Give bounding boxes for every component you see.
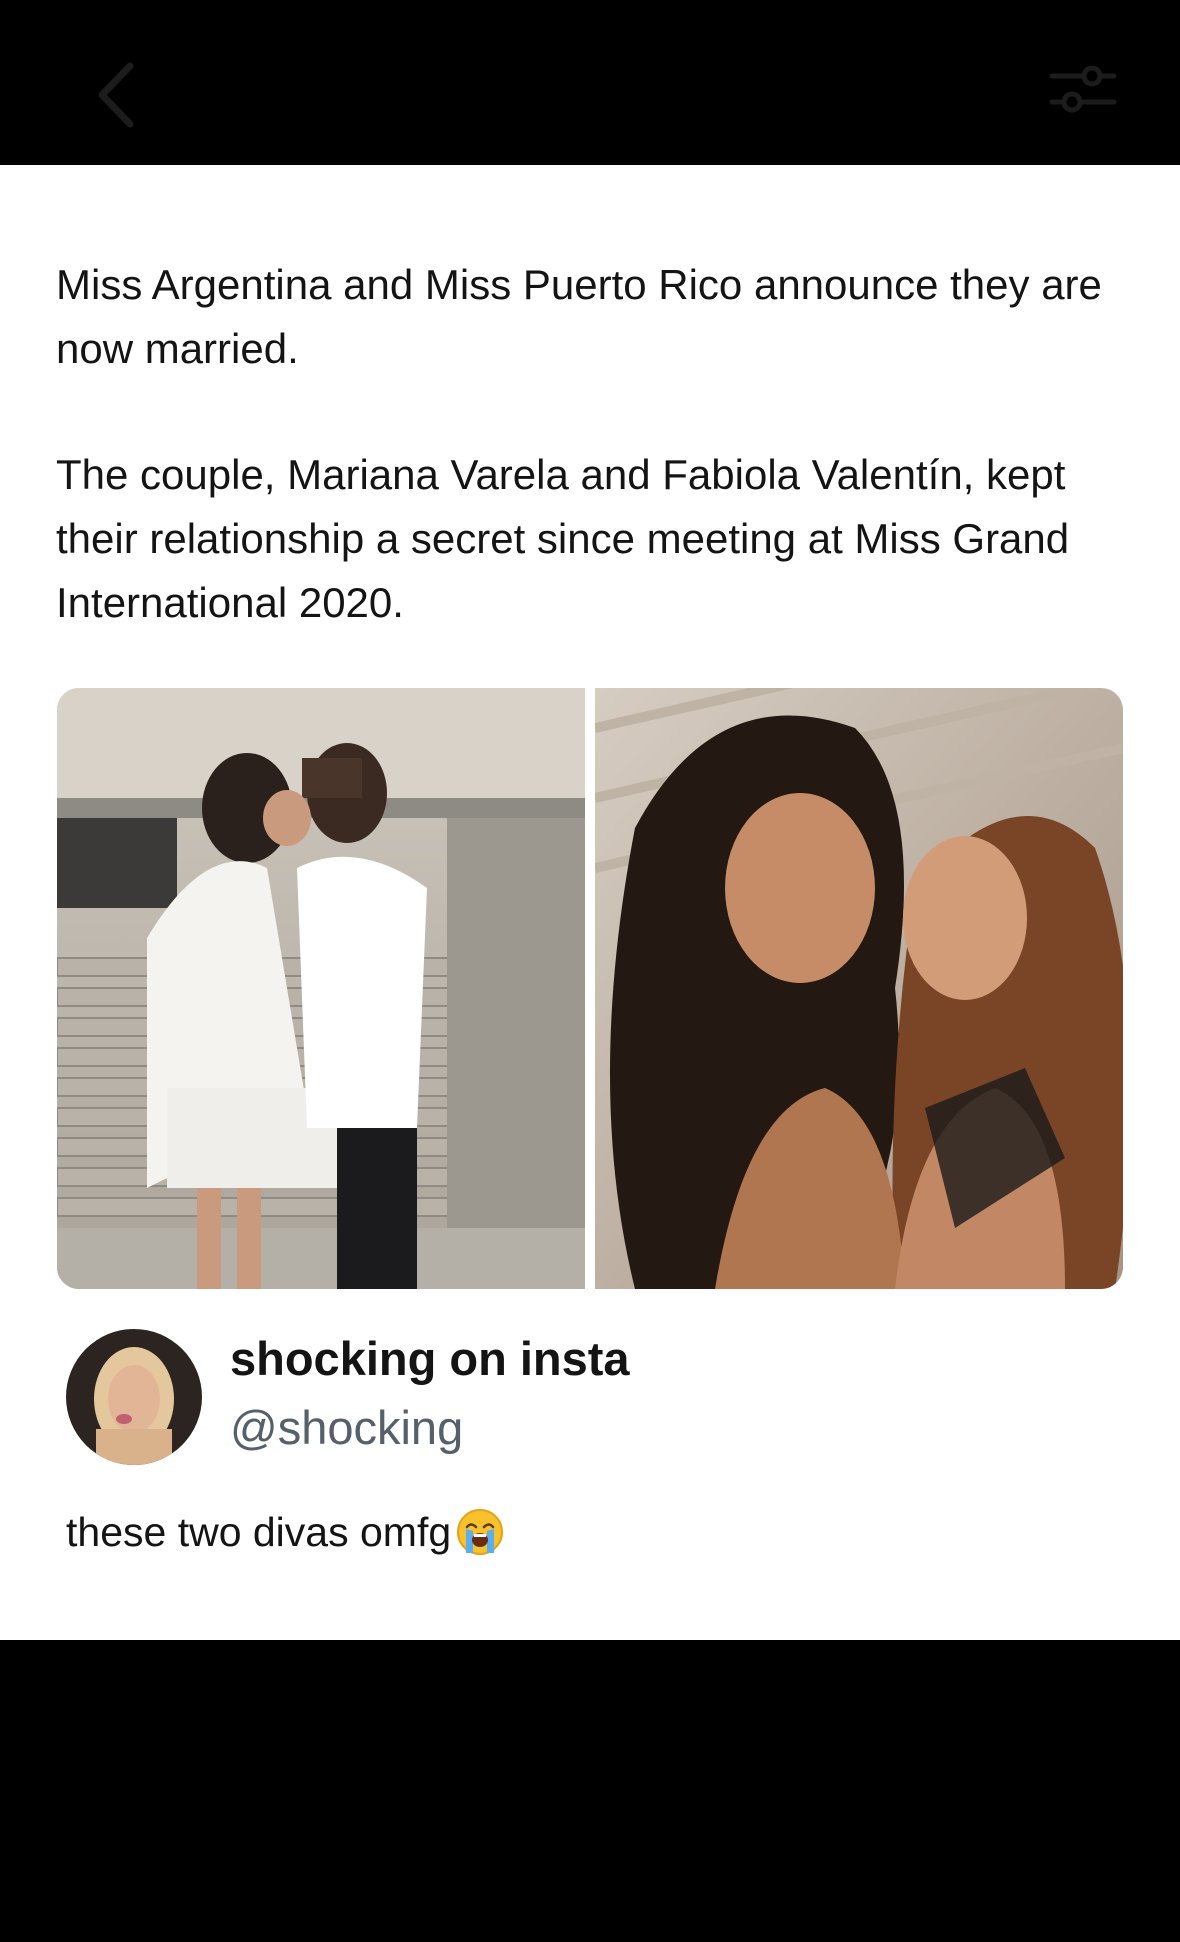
post-headline: Miss Argentina and Miss Puerto Rico anno… <box>56 261 1102 372</box>
avatar[interactable] <box>66 1329 202 1465</box>
quote-handle[interactable]: @shocking <box>230 1400 463 1455</box>
post-detail: The couple, Mariana Varela and Fabiola V… <box>56 451 1070 626</box>
post-card: Miss Argentina and Miss Puerto Rico anno… <box>0 165 1180 1640</box>
quote-comment: these two divas omfg <box>66 1507 505 1557</box>
filter-icon[interactable] <box>1048 62 1118 122</box>
quote-comment-text: these two divas omfg <box>66 1508 452 1555</box>
bottom-bar <box>0 1640 1180 1942</box>
quote-display-name[interactable]: shocking on insta <box>230 1331 630 1386</box>
photo-couple-selfie[interactable] <box>595 688 1123 1289</box>
top-bar <box>0 0 1180 165</box>
loudly-crying-face-icon <box>455 1507 505 1557</box>
back-arrow-icon[interactable] <box>92 60 142 130</box>
photo-couple-staircase[interactable] <box>57 688 585 1289</box>
photo-grid[interactable] <box>57 688 1123 1289</box>
